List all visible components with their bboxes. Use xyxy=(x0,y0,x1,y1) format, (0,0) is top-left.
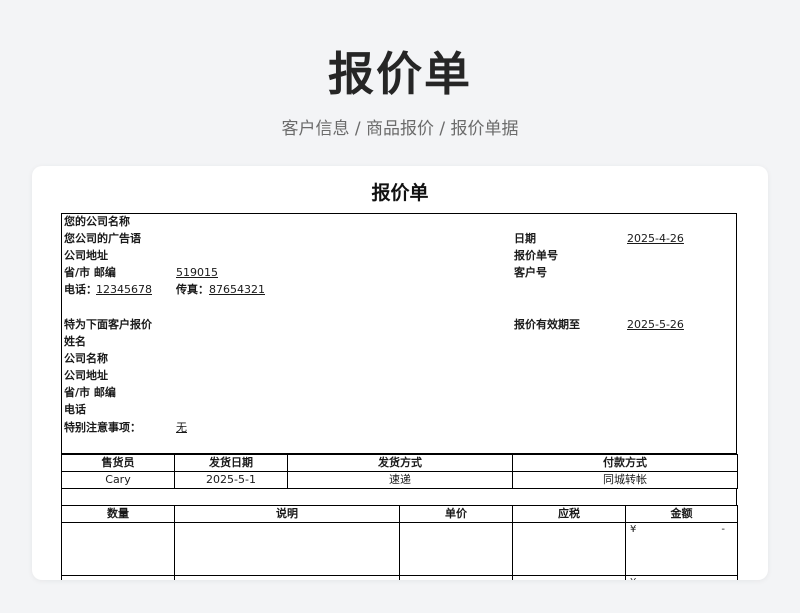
company-postal-label: 省/市 邮编 xyxy=(64,266,116,279)
customer-company-label: 公司名称 xyxy=(64,352,108,365)
company-slogan-label: 您公司的广告语 xyxy=(64,232,141,245)
sales-value-row: Cary 2025-5-1 速递 同城转帐 xyxy=(61,471,738,489)
page-title: 报价单 xyxy=(328,47,472,101)
sales-header-row: 售货员 发货日期 发货方式 付款方式 xyxy=(61,454,738,472)
subtotal-blank-2 xyxy=(174,575,400,580)
sales-table: 售货员 发货日期 发货方式 付款方式 Cary 2025-5-1 速递 同城转帐 xyxy=(61,454,738,489)
company-fax-value: 87654321 xyxy=(209,283,265,296)
ship-method-value: 速递 xyxy=(287,471,513,489)
amount-header: 金额 xyxy=(625,505,738,523)
subtotal-currency-symbol: ¥ xyxy=(630,576,636,580)
items-table: 数量 说明 单价 应税 金额 ¥ - 小计 ¥ xyxy=(61,505,738,580)
unit-price-header: 单价 xyxy=(399,505,513,523)
customer-postal-label: 省/市 邮编 xyxy=(64,386,116,399)
company-phone-label: 电话： xyxy=(64,283,97,296)
customer-number-label: 客户号 xyxy=(514,266,547,279)
item-unit-price-cell xyxy=(399,522,513,576)
subtotal-blank-3 xyxy=(399,575,513,580)
subtotal-amount-cell: ¥ xyxy=(625,575,738,580)
item-row: ¥ - xyxy=(61,522,738,576)
company-name-label: 您的公司名称 xyxy=(64,215,130,228)
currency-symbol: ¥ xyxy=(630,524,637,535)
item-taxable-cell xyxy=(512,522,626,576)
document-title: 报价单 xyxy=(371,182,429,204)
salesperson-header: 售货员 xyxy=(61,454,175,472)
company-postal-value: 519015 xyxy=(176,266,218,279)
quote-number-label: 报价单号 xyxy=(514,249,558,262)
page-subtitle: 客户信息 / 商品报价 / 报价单据 xyxy=(281,119,519,139)
payment-method-header: 付款方式 xyxy=(512,454,738,472)
salesperson-value: Cary xyxy=(61,471,175,489)
subtotal-row: 小计 ¥ xyxy=(61,575,738,580)
table-gap xyxy=(61,488,737,505)
valid-until-value: 2025-5-26 xyxy=(627,318,684,331)
customer-address-label: 公司地址 xyxy=(64,369,108,382)
quantity-header: 数量 xyxy=(61,505,175,523)
items-header-row: 数量 说明 单价 应税 金额 xyxy=(61,505,738,523)
date-label: 日期 xyxy=(514,232,536,245)
ship-date-value: 2025-5-1 xyxy=(174,471,288,489)
payment-method-value: 同城转帐 xyxy=(512,471,738,489)
subtotal-label: 小计 xyxy=(512,575,626,580)
item-quantity-cell xyxy=(61,522,175,576)
ship-date-header: 发货日期 xyxy=(174,454,288,472)
company-address-label: 公司地址 xyxy=(64,249,108,262)
special-notes-label: 特别注意事项： xyxy=(64,421,141,434)
quote-info-frame: 您的公司名称 您公司的广告语 公司地址 省/市 邮编 519015 电话： 12… xyxy=(61,213,737,454)
customer-heading: 特为下面客户报价 xyxy=(64,318,152,331)
company-phone-value: 12345678 xyxy=(96,283,152,296)
ship-method-header: 发货方式 xyxy=(287,454,513,472)
customer-name-label: 姓名 xyxy=(64,335,86,348)
date-value: 2025-4-26 xyxy=(627,232,684,245)
company-fax-label: 传真： xyxy=(176,283,209,296)
item-description-cell xyxy=(174,522,400,576)
item-amount-cell: ¥ - xyxy=(625,522,738,576)
subtotal-blank-1 xyxy=(61,575,175,580)
valid-until-label: 报价有效期至 xyxy=(514,318,580,331)
special-notes-value: 无 xyxy=(176,421,187,434)
customer-phone-label: 电话 xyxy=(64,403,86,416)
amount-empty-value: - xyxy=(721,524,725,535)
quote-card: 报价单 您的公司名称 您公司的广告语 公司地址 省/市 邮编 519015 电话… xyxy=(32,166,768,580)
description-header: 说明 xyxy=(174,505,400,523)
taxable-header: 应税 xyxy=(512,505,626,523)
